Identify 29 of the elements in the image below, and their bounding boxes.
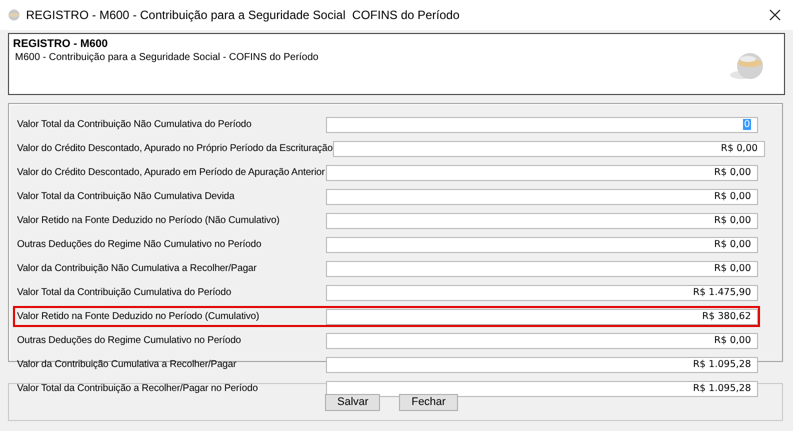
input-field[interactable]: R$ 0,00 bbox=[326, 212, 758, 228]
input-field[interactable]: R$ 1.095,28 bbox=[326, 380, 758, 396]
input-field[interactable]: R$ 1.095,28 bbox=[326, 356, 758, 372]
field-label: Valor Total da Contribuição Cumulativa do Período bbox=[17, 287, 232, 298]
field-label: Valor Retido na Fonte Deduzido no Período (Não Cumulativo) bbox=[17, 215, 280, 226]
input-field[interactable]: R$ 1.475,90 bbox=[326, 284, 758, 300]
dialog-button[interactable]: Salvar bbox=[325, 394, 380, 410]
input-field[interactable]: R$ 0,00 bbox=[326, 188, 758, 204]
field-label: Valor do Crédito Descontado, Apurado no Próprio Período da Escrituração bbox=[17, 143, 333, 154]
globe-icon bbox=[8, 9, 20, 21]
field-label: Outras Deduções do Regime Cumulativo no Período bbox=[17, 335, 242, 346]
input-field[interactable]: R$ 380,62 bbox=[326, 308, 758, 324]
input-field[interactable]: R$ 0,00 bbox=[332, 140, 765, 156]
field-label: Valor da Contribuição Não Cumulativa a Recolher/Pagar bbox=[17, 263, 257, 274]
window-title: REGISTRO - M600 - Contribuição para a Seguridade Social COFINS do Período bbox=[26, 8, 461, 22]
header-subtitle: M600 - Contribuição para a Seguridade Social - COFINS do Período bbox=[14, 52, 318, 63]
dialog-button[interactable]: Fechar bbox=[399, 394, 458, 410]
field-label: Valor do Crédito Descontado, Apurado em Período de Apuração Anterior bbox=[17, 167, 325, 178]
field-label: Valor da Contribuição Cumulativa a Recolher/Pagar bbox=[17, 359, 236, 370]
input-field[interactable]: R$ 0,00 bbox=[326, 236, 758, 252]
header-title: REGISTRO - M600 bbox=[13, 38, 109, 50]
field-label: Valor Total da Contribuição Não Cumulativa do Período bbox=[17, 119, 252, 130]
field-label: Valor Total da Contribuição a Recolher/Pagar no Período bbox=[17, 383, 258, 394]
field-label: Valor Retido na Fonte Deduzido no Período (Cumulativo) bbox=[17, 311, 260, 322]
input-field[interactable]: R$ 0,00 bbox=[326, 332, 758, 348]
field-label: Valor Total da Contribuição Não Cumulativa Devida bbox=[17, 191, 234, 202]
field-label: Outras Deduções do Regime Não Cumulativo no Período bbox=[17, 239, 262, 250]
input-field[interactable]: R$ 0,00 bbox=[326, 164, 758, 180]
input-field[interactable]: R$ 0,00 bbox=[326, 260, 758, 276]
